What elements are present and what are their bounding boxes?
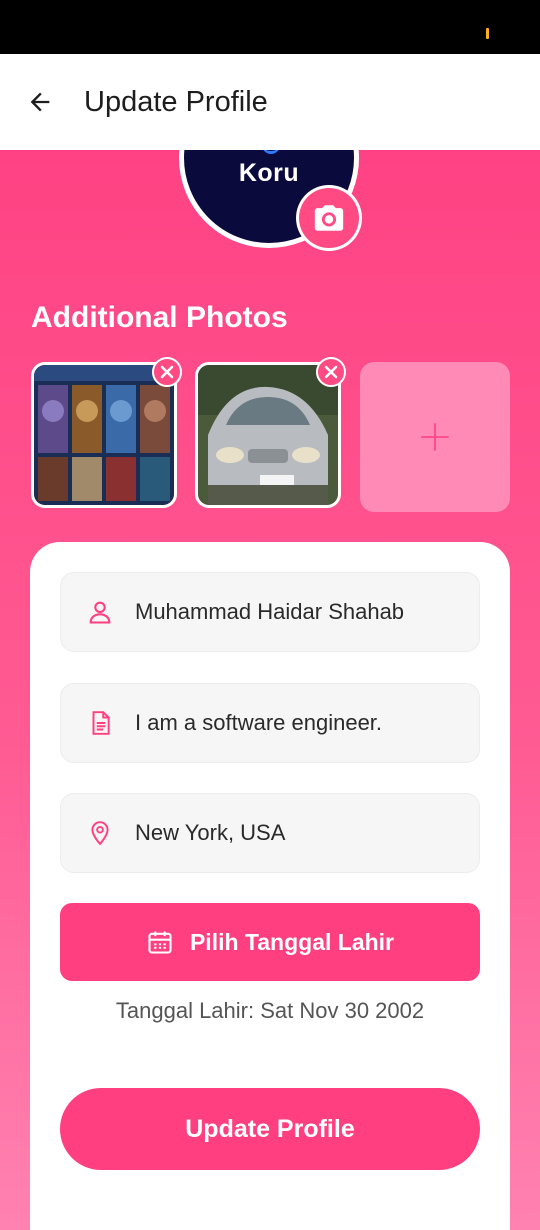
remove-photo-1-button[interactable] xyxy=(152,357,182,387)
profile-content: Koru Additional Photos Muhammad Haidar S… xyxy=(0,150,540,1230)
update-profile-label: Update Profile xyxy=(185,1114,355,1143)
person-icon xyxy=(85,597,115,627)
additional-photos-title: Additional Photos xyxy=(31,301,288,334)
status-bar xyxy=(0,0,540,54)
status-indicator xyxy=(486,28,489,39)
birthdate-text: Tanggal Lahir: Sat Nov 30 2002 xyxy=(115,998,425,1023)
avatar-container: Koru xyxy=(179,150,361,250)
add-photo-button[interactable] xyxy=(360,362,510,512)
back-button[interactable] xyxy=(18,80,62,124)
pick-birthdate-button[interactable]: Pilih Tanggal Lahir xyxy=(60,903,480,981)
name-field[interactable]: Muhammad Haidar Shahab xyxy=(60,572,480,652)
change-photo-button[interactable] xyxy=(299,188,359,248)
location-pin-icon xyxy=(85,818,115,848)
additional-photo-1[interactable] xyxy=(31,357,182,508)
location-value: New York, USA xyxy=(135,820,286,845)
location-field[interactable]: New York, USA xyxy=(60,793,480,873)
plus-icon xyxy=(421,423,449,451)
additional-photo-2[interactable] xyxy=(195,357,346,508)
document-icon xyxy=(85,708,115,738)
game-screenshot-image xyxy=(34,365,174,505)
pick-birthdate-label: Pilih Tanggal Lahir xyxy=(189,928,395,955)
car-photo-image xyxy=(198,365,338,505)
close-icon xyxy=(324,365,338,379)
update-profile-button[interactable]: Update Profile xyxy=(60,1088,480,1170)
calendar-icon xyxy=(148,931,172,954)
profile-form-card: Muhammad Haidar Shahab I am a software e… xyxy=(30,542,510,1230)
avatar-text: Koru xyxy=(238,159,300,187)
remove-photo-2-button[interactable] xyxy=(316,357,346,387)
arrow-left-icon xyxy=(30,92,50,112)
name-value: Muhammad Haidar Shahab xyxy=(135,599,405,624)
app-bar: Update Profile xyxy=(0,54,540,150)
camera-icon xyxy=(314,205,344,231)
bio-field[interactable]: I am a software engineer. xyxy=(60,683,480,763)
close-icon xyxy=(160,365,174,379)
bio-value: I am a software engineer. xyxy=(135,710,383,735)
logo-mark-icon xyxy=(262,150,280,154)
page-title: Update Profile xyxy=(84,86,268,118)
